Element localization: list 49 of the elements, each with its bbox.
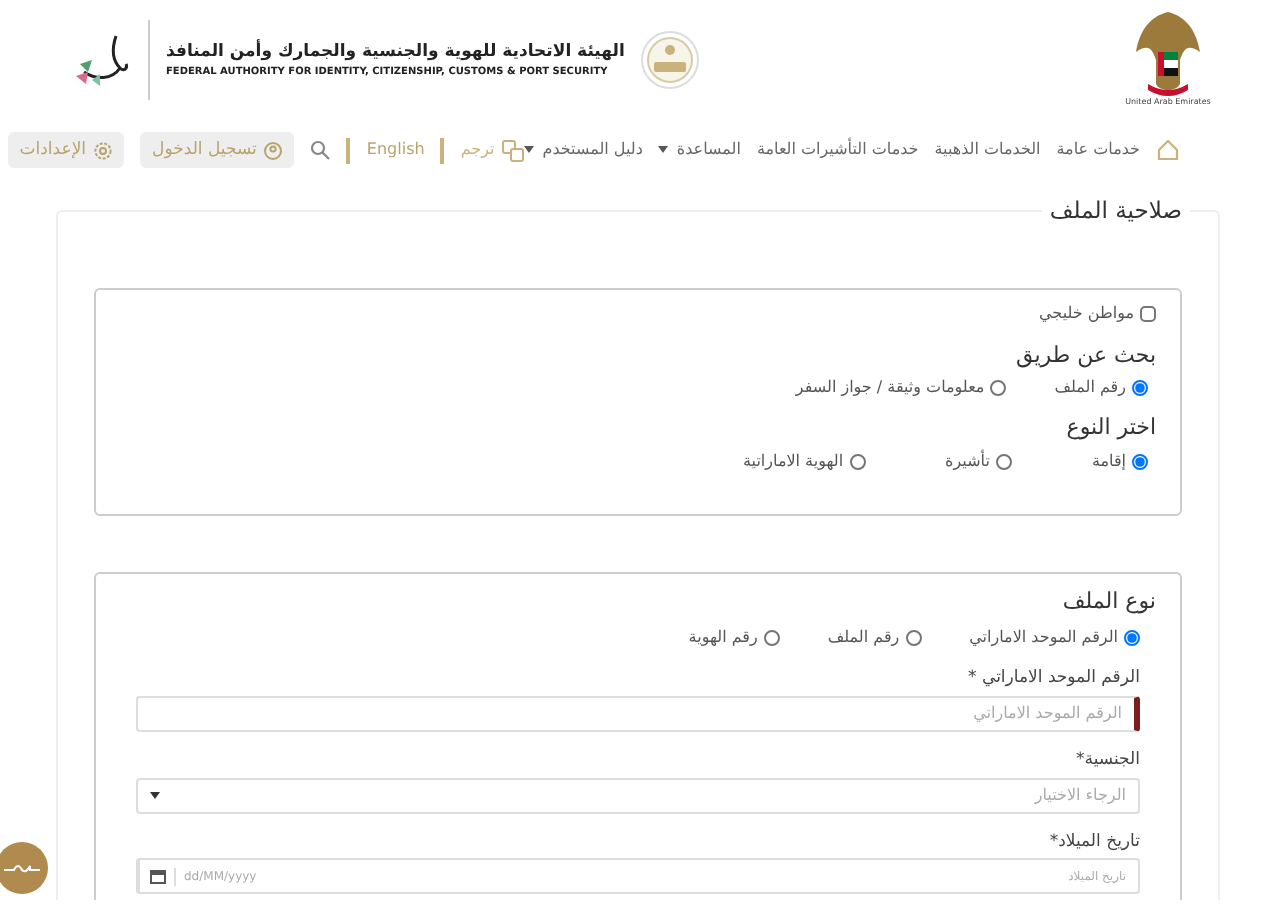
section-title: صلاحية الملف [1047,200,1184,223]
option-label: معلومات وثيقة / جواز السفر [795,376,985,400]
home-icon [1156,138,1180,162]
radio-button[interactable] [1132,380,1148,396]
caret-icon [524,146,535,154]
input-field[interactable]: الرقم الموحد الاماراتي [136,695,1140,732]
chat-button[interactable] [0,842,48,894]
select-field[interactable]: الرجاء الاختيار [136,777,1140,813]
authority-name: الهيئة الاتحادية للهوية والجنسية والجمارك وأمن المنافذ [166,39,625,66]
option-label: رقم الملف [1054,376,1126,400]
translate-link[interactable]: ترجم [460,138,525,162]
option-label: تأشيرة [945,449,990,473]
option-label: رقم الملف [827,626,900,650]
login-button[interactable]: تسجيل الدخول [140,131,295,169]
nav-link[interactable]: دليل المستخدم [524,138,643,162]
nav-link[interactable]: خدمات عامة [1056,138,1140,162]
radio-button[interactable] [905,630,922,646]
radio-button[interactable] [763,630,780,646]
translate-icon [502,139,525,161]
nav-link[interactable]: خدمات التأشيرات العامة [756,138,919,162]
radio-button[interactable] [990,380,1007,396]
option-label: الرقم الموحد الاماراتي [969,626,1118,650]
nav-link[interactable]: الخدمات الذهبية [934,138,1041,162]
radio-button[interactable] [1132,453,1148,469]
group-title: بحث عن طريق [1014,339,1156,372]
field-label: الجنسية* [1074,747,1140,773]
field-label: تاريخ الميلاد* [1047,829,1140,855]
checkbox[interactable] [1140,305,1156,321]
option-label: الهوية الاماراتية [742,449,844,473]
group-title: نوع الملف [1060,585,1156,618]
user-icon [264,141,283,159]
option-label: رقم الهوية [688,626,758,650]
settings-button[interactable]: الإعدادات [7,131,125,169]
field-label: الرقم الموحد الاماراتي * [966,666,1140,692]
calendar-icon [149,868,165,885]
caret-icon [150,791,160,799]
radio-button[interactable] [849,453,866,469]
option-label: إقامة [1091,449,1126,473]
nav-link[interactable]: المساعدة [658,138,741,162]
caret-icon [658,146,669,154]
settings-icon [94,141,113,159]
signature-icon [4,860,40,876]
star-rating-badge-icon [640,30,701,90]
radio-button[interactable] [995,453,1012,469]
group-title: اختر النوع [1064,412,1156,444]
search-icon[interactable] [310,140,331,160]
language-link[interactable]: English [366,138,425,162]
option-label: مواطن خليجي [1039,301,1134,325]
radio-button[interactable] [1124,630,1140,646]
